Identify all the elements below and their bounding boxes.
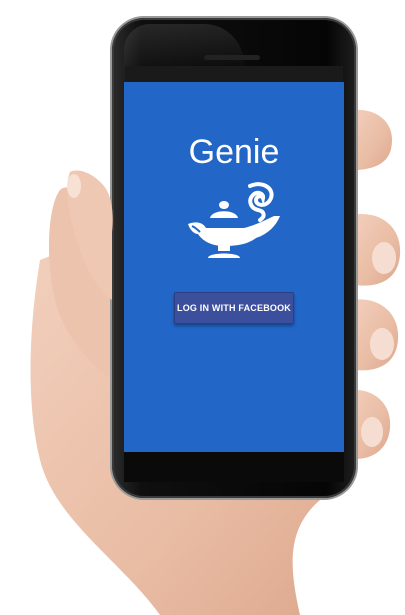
thumb-tip xyxy=(67,170,113,300)
product-mockup: Genie LOG IN WITH FACEBOOK xyxy=(0,0,405,615)
